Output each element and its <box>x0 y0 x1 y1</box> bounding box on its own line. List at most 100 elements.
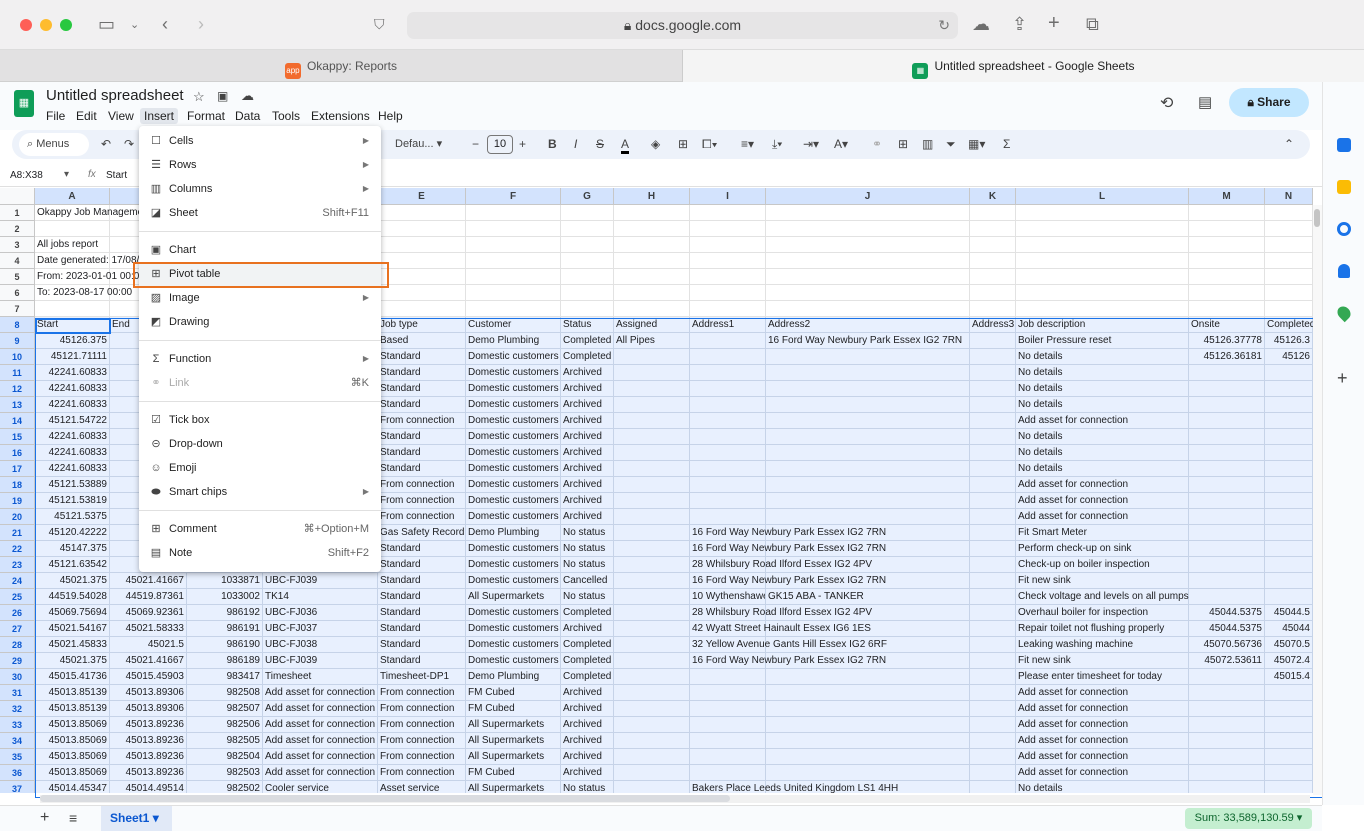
cell-n7[interactable] <box>1265 301 1313 317</box>
row-header[interactable]: 30 <box>0 669 35 685</box>
cell-i25[interactable]: 10 Wythenshawe <box>690 589 766 605</box>
cell-l21[interactable]: Fit Smart Meter <box>1016 525 1189 541</box>
cell-i16[interactable] <box>690 445 766 461</box>
cell-k4[interactable] <box>970 253 1016 269</box>
cell-g30[interactable]: Completed <box>561 669 614 685</box>
cell-h8[interactable]: Assigned <box>614 317 690 333</box>
menu-item-drawing[interactable]: ◩ Drawing <box>139 310 381 334</box>
row-header[interactable]: 36 <box>0 765 35 781</box>
version-history-icon[interactable]: ⟲ <box>1160 93 1173 113</box>
close-window-button[interactable] <box>20 19 32 31</box>
cell-n9[interactable]: 45126.3 <box>1265 333 1313 349</box>
cell-k35[interactable] <box>970 749 1016 765</box>
cell-m37[interactable] <box>1189 781 1265 793</box>
cell-e10[interactable]: Standard <box>378 349 466 365</box>
row-header[interactable]: 16 <box>0 445 35 461</box>
cell-f2[interactable] <box>466 221 561 237</box>
comments-icon[interactable]: ▤ <box>1198 93 1212 111</box>
cell-f28[interactable]: Domestic customers <box>466 637 561 653</box>
cell-h18[interactable] <box>614 477 690 493</box>
cell-b25[interactable]: 44519.87361 <box>110 589 187 605</box>
cell-l16[interactable]: No details <box>1016 445 1189 461</box>
cell-n23[interactable] <box>1265 557 1313 573</box>
cell-i6[interactable] <box>690 285 766 301</box>
cell-m7[interactable] <box>1189 301 1265 317</box>
cell-e29[interactable]: Standard <box>378 653 466 669</box>
filter-icon[interactable]: ⏷ <box>946 137 956 152</box>
menu-item-drop-down[interactable]: ⊝ Drop-down <box>139 432 381 456</box>
cell-m9[interactable]: 45126.37778 <box>1189 333 1265 349</box>
cell-h34[interactable] <box>614 733 690 749</box>
cell-j11[interactable] <box>766 365 970 381</box>
cell-g27[interactable]: Archived <box>561 621 614 637</box>
row-header[interactable]: 22 <box>0 541 35 557</box>
cell-c26[interactable]: 986192 <box>187 605 263 621</box>
cell-n24[interactable] <box>1265 573 1313 589</box>
sidebar-toggle-icon[interactable]: ▭ <box>98 14 115 35</box>
cell-l3[interactable] <box>1016 237 1189 253</box>
maximize-window-button[interactable] <box>60 19 72 31</box>
cell-j1[interactable] <box>766 205 970 221</box>
cell-i31[interactable] <box>690 685 766 701</box>
cell-e7[interactable] <box>378 301 466 317</box>
row-header[interactable]: 2 <box>0 221 35 237</box>
cell-f24[interactable]: Domestic customers <box>466 573 561 589</box>
cell-i33[interactable] <box>690 717 766 733</box>
cell-i11[interactable] <box>690 365 766 381</box>
cell-c35[interactable]: 982504 <box>187 749 263 765</box>
merge-cells-icon[interactable]: ⧠▾ <box>702 137 717 152</box>
cell-f19[interactable]: Domestic customers <box>466 493 561 509</box>
cell-d32[interactable]: Add asset for connection <box>263 701 378 717</box>
cell-h15[interactable] <box>614 429 690 445</box>
cell-k3[interactable] <box>970 237 1016 253</box>
menu-insert[interactable]: Insert <box>140 108 179 124</box>
cell-m11[interactable] <box>1189 365 1265 381</box>
column-header-k[interactable]: K <box>970 188 1016 205</box>
cell-j17[interactable] <box>766 461 970 477</box>
cell-e20[interactable]: From connection <box>378 509 466 525</box>
cell-i4[interactable] <box>690 253 766 269</box>
font-size-input[interactable]: 10 <box>487 135 513 154</box>
cell-n17[interactable] <box>1265 461 1313 477</box>
collapse-toolbar-icon[interactable]: ⌃ <box>1284 137 1294 151</box>
functions-button[interactable]: Σ <box>1003 137 1010 151</box>
tab-google-sheets[interactable]: ▦ Untitled spreadsheet - Google Sheets <box>682 50 1364 82</box>
cell-f25[interactable]: All Supermarkets <box>466 589 561 605</box>
cell-f15[interactable]: Domestic customers <box>466 429 561 445</box>
cell-j18[interactable] <box>766 477 970 493</box>
cell-l6[interactable] <box>1016 285 1189 301</box>
cell-f22[interactable]: Domestic customers <box>466 541 561 557</box>
row-header[interactable]: 24 <box>0 573 35 589</box>
cell-g37[interactable]: No status <box>561 781 614 793</box>
cell-k17[interactable] <box>970 461 1016 477</box>
cell-a18[interactable]: 45121.53889 <box>35 477 110 493</box>
cell-g14[interactable]: Archived <box>561 413 614 429</box>
menu-item-tick-box[interactable]: ☑ Tick box <box>139 408 381 432</box>
menu-item-rows[interactable]: ☰ Rows ▶ <box>139 153 381 177</box>
cell-l1[interactable] <box>1016 205 1189 221</box>
cell-f29[interactable]: Domestic customers <box>466 653 561 669</box>
menu-item-sheet[interactable]: ◪ Sheet Shift+F11 <box>139 201 381 225</box>
cell-c33[interactable]: 982506 <box>187 717 263 733</box>
row-header[interactable]: 5 <box>0 269 35 285</box>
cell-m17[interactable] <box>1189 461 1265 477</box>
cell-e16[interactable]: Standard <box>378 445 466 461</box>
new-tab-icon[interactable]: + <box>1048 12 1060 35</box>
menu-item-comment[interactable]: ⊞ Comment ⌘+Option+M <box>139 517 381 541</box>
cell-i32[interactable] <box>690 701 766 717</box>
cell-l18[interactable]: Add asset for connection <box>1016 477 1189 493</box>
cell-b32[interactable]: 45013.89306 <box>110 701 187 717</box>
cell-g32[interactable]: Archived <box>561 701 614 717</box>
row-header[interactable]: 3 <box>0 237 35 253</box>
cell-h26[interactable] <box>614 605 690 621</box>
cell-k23[interactable] <box>970 557 1016 573</box>
cell-f3[interactable] <box>466 237 561 253</box>
cell-f9[interactable]: Demo Plumbing <box>466 333 561 349</box>
cell-a1[interactable]: Okappy Job Manageme <box>35 205 143 221</box>
column-header-l[interactable]: L <box>1016 188 1189 205</box>
menu-extensions[interactable]: Extensions <box>307 108 374 124</box>
menu-item-smart-chips[interactable]: ⬬ Smart chips ▶ <box>139 480 381 504</box>
cell-b29[interactable]: 45021.41667 <box>110 653 187 669</box>
cell-a5[interactable]: From: 2023-01-01 00:00 <box>35 269 145 285</box>
cloud-saved-icon[interactable]: ☁ <box>241 88 254 104</box>
